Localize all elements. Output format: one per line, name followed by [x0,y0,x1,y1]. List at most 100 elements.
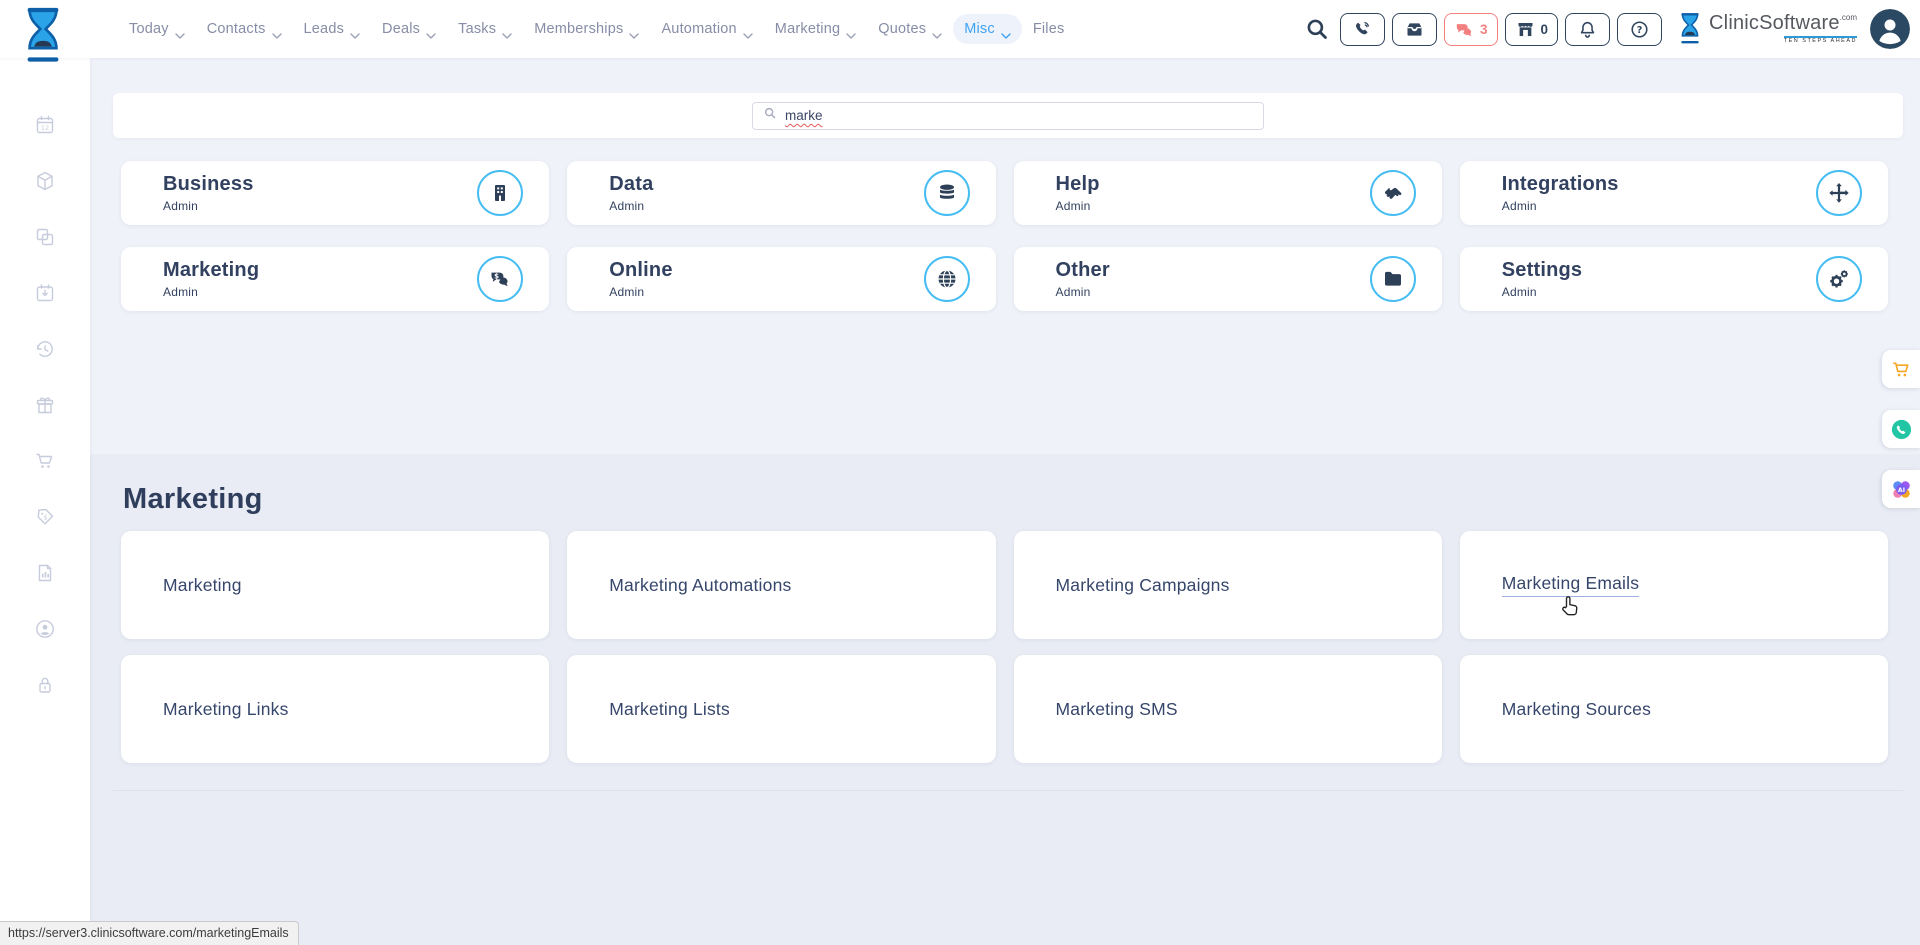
nav-item-automation[interactable]: Automation [650,14,763,44]
chevron-down-icon [932,27,942,34]
floating-widgets: AI [1882,350,1920,508]
nav-item-label: Deals [382,21,420,37]
left-sidebar: 12 $ [0,58,90,945]
category-card-business[interactable]: BusinessAdmin [121,161,549,225]
globe-icon [924,256,970,302]
folder-icon [1370,256,1416,302]
search-button[interactable] [1304,16,1330,42]
calendar-icon[interactable]: 12 [33,113,57,137]
results-grid: MarketingMarketing AutomationsMarketing … [121,531,1888,763]
category-card-settings[interactable]: SettingsAdmin [1460,247,1888,311]
chat-icon [1454,19,1475,40]
lock-icon[interactable] [33,673,57,697]
price-tag-icon[interactable]: $ [33,505,57,529]
notifications-button[interactable] [1565,13,1610,46]
result-card-marketing-links[interactable]: Marketing Links [121,655,549,763]
category-card-marketing[interactable]: MarketingAdmin$ [121,247,549,311]
help-button[interactable]: ? [1617,13,1662,46]
result-card-marketing-sms[interactable]: Marketing SMS [1014,655,1442,763]
brand-tagline: TEN STEPS AHEAD [1784,36,1857,45]
clinicsoftware-logo[interactable]: ClinicSoftware .com TEN STEPS AHEAD [1677,12,1857,46]
category-card-online[interactable]: OnlineAdmin [567,247,995,311]
statusbar-link-preview: https://server3.clinicsoftware.com/marke… [0,921,299,945]
history-icon[interactable] [33,337,57,361]
cart-orange-icon [1890,358,1913,381]
result-card-marketing-campaigns[interactable]: Marketing Campaigns [1014,531,1442,639]
inbox-icon [1404,19,1425,40]
handshake-icon [1370,170,1416,216]
hand-cursor-icon [1555,592,1585,622]
nav-item-label: Leads [304,21,345,37]
svg-text:AI: AI [1897,486,1904,493]
brand-name: ClinicSoftware [1709,13,1840,33]
nav-item-label: Misc [964,21,995,37]
nav-item-deals[interactable]: Deals [371,14,447,44]
results-heading: Marketing [123,483,263,516]
nav-item-misc[interactable]: Misc [953,14,1022,44]
nav-item-leads[interactable]: Leads [293,14,372,44]
user-avatar[interactable] [1870,9,1910,49]
phone-widget[interactable] [1882,410,1920,448]
chevron-down-icon [175,27,185,34]
chevron-down-icon [502,27,512,34]
nav-item-label: Tasks [458,21,496,37]
chevron-down-icon [743,27,753,34]
hourglass-logo-icon [1677,12,1703,46]
report-icon[interactable] [33,561,57,585]
category-card-integrations[interactable]: IntegrationsAdmin [1460,161,1888,225]
nav-item-label: Contacts [207,21,266,37]
nav-item-contacts[interactable]: Contacts [196,14,293,44]
result-card-marketing[interactable]: Marketing [121,531,549,639]
chat-button[interactable]: 3 [1444,13,1498,46]
ai-icon: AI [1890,478,1913,501]
category-card-other[interactable]: OtherAdmin [1014,247,1442,311]
result-card-label: Marketing Campaigns [1056,575,1230,596]
nav-item-tasks[interactable]: Tasks [447,14,523,44]
chevron-down-icon [350,27,360,34]
search-input[interactable]: marke [752,102,1264,130]
gift-icon[interactable] [33,393,57,417]
search-panel: marke [113,93,1903,138]
calls-button[interactable] [1340,13,1385,46]
nav-item-today[interactable]: Today [118,14,196,44]
nav-item-files[interactable]: Files [1022,14,1076,44]
move-icon [1816,170,1862,216]
inbox-button[interactable] [1392,13,1437,46]
nav-item-memberships[interactable]: Memberships [523,14,650,44]
ai-widget[interactable]: AI [1882,470,1920,508]
main-content: marke BusinessAdmin DataAdmin HelpAdmin Int… [90,58,1920,945]
chevron-down-icon [1001,27,1011,34]
result-card-marketing-automations[interactable]: Marketing Automations [567,531,995,639]
result-card-marketing-sources[interactable]: Marketing Sources [1460,655,1888,763]
cube-icon[interactable] [33,169,57,193]
result-card-marketing-lists[interactable]: Marketing Lists [567,655,995,763]
phone-green-icon [1890,418,1913,441]
chevron-down-icon [426,27,436,34]
phone-icon [1352,19,1373,40]
copy-icon[interactable] [33,225,57,249]
building-icon [477,170,523,216]
store-button[interactable]: 0 [1505,13,1559,46]
nav-item-quotes[interactable]: Quotes [867,14,953,44]
app-logo-icon[interactable] [20,6,66,52]
chevron-down-icon [629,27,639,34]
cart-icon[interactable] [33,449,57,473]
nav-item-marketing[interactable]: Marketing [764,14,867,44]
cart-widget[interactable] [1882,350,1920,388]
gears-icon [1816,256,1862,302]
chevron-down-icon [272,27,282,34]
chat-dollar-icon: $ [477,256,523,302]
result-card-label: Marketing Links [163,699,289,720]
top-navbar: Today Contacts Leads Deals Tasks Memberships A… [0,0,1920,58]
nav-item-label: Automation [661,21,736,37]
calendar-import-icon[interactable] [33,281,57,305]
category-grid: BusinessAdmin DataAdmin HelpAdmin Integrati… [121,161,1888,311]
result-card-marketing-emails[interactable]: Marketing Emails [1460,531,1888,639]
result-card-label: Marketing [163,575,242,596]
store-icon [1515,19,1536,40]
section-divider [113,790,1903,791]
category-card-data[interactable]: DataAdmin [567,161,995,225]
user-circle-icon[interactable] [33,617,57,641]
category-card-help[interactable]: HelpAdmin [1014,161,1442,225]
main-menu: Today Contacts Leads Deals Tasks Memberships A… [118,0,1075,58]
